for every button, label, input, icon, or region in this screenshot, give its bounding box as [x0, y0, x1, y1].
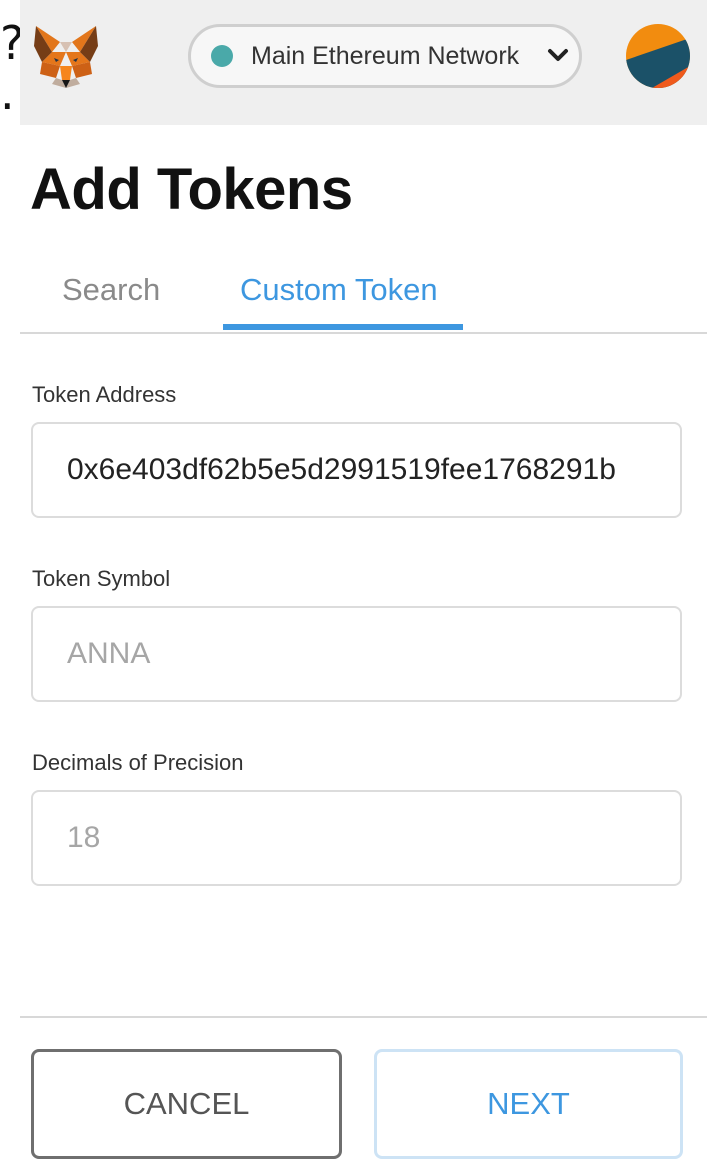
cropped-edge-glyph: ? . — [0, 18, 20, 118]
tab-custom-token[interactable]: Custom Token — [240, 270, 438, 310]
app-header: Main Ethereum Network — [20, 0, 707, 125]
metamask-fox-icon[interactable] — [30, 22, 102, 92]
tab-search[interactable]: Search — [62, 270, 160, 310]
footer-divider — [20, 1016, 707, 1018]
active-tab-indicator — [223, 324, 463, 330]
decimals-input[interactable] — [31, 790, 682, 886]
cancel-button[interactable]: CANCEL — [31, 1049, 342, 1159]
token-address-label: Token Address — [32, 382, 177, 407]
token-symbol-input[interactable] — [31, 606, 682, 702]
network-selector[interactable]: Main Ethereum Network — [188, 24, 582, 88]
token-address-input[interactable] — [31, 422, 682, 518]
network-status-dot — [211, 45, 233, 67]
page-title: Add Tokens — [30, 157, 353, 222]
token-symbol-label: Token Symbol — [32, 566, 171, 591]
network-label: Main Ethereum Network — [251, 41, 520, 70]
chevron-down-icon — [545, 43, 571, 69]
next-button[interactable]: NEXT — [374, 1049, 683, 1159]
decimals-label: Decimals of Precision — [32, 750, 244, 775]
account-identicon-icon[interactable] — [626, 24, 690, 88]
tab-bar: Search Custom Token — [20, 258, 707, 334]
